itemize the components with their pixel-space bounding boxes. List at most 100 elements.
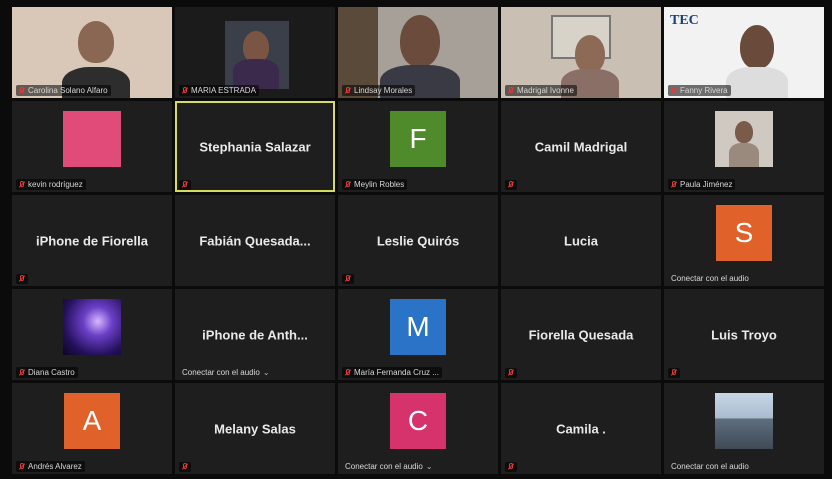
participant-name: Lindsay Morales: [354, 86, 413, 95]
participant-tile-last[interactable]: Conectar con el audio: [664, 383, 824, 474]
muted-mic-icon: [19, 462, 25, 471]
participant-label: [179, 462, 191, 472]
participant-tile-fabian[interactable]: Fabián Quesada...: [175, 195, 335, 286]
participant-label: [668, 368, 680, 378]
profile-image: [63, 111, 121, 168]
participant-display-name: Fabián Quesada...: [199, 233, 311, 248]
participant-tile-maria-fernanda[interactable]: M María Fernanda Cruz ...: [338, 289, 498, 380]
participant-name: MARIA ESTRADA: [191, 86, 256, 95]
participant-tile-madrigal[interactable]: Madrigal Ivonne: [501, 7, 661, 98]
participant-display-name: Camila .: [556, 421, 606, 436]
profile-image: [715, 393, 773, 450]
participant-tile-iphone-fiorella[interactable]: iPhone de Fiorella: [12, 195, 172, 286]
participant-name: Fanny Rivera: [680, 86, 728, 95]
participant-tile-maria[interactable]: MARIA ESTRADA: [175, 7, 335, 98]
participant-name: Paula Jiménez: [680, 180, 733, 189]
avatar: F: [390, 111, 446, 168]
participant-tile-lindsay[interactable]: Lindsay Morales: [338, 7, 498, 98]
participant-label: Lindsay Morales: [342, 85, 416, 96]
avatar: C: [390, 393, 446, 450]
tec-logo: TEC: [670, 13, 699, 28]
participant-label: Carolina Solano Alfaro: [16, 85, 111, 96]
connect-audio-label: Conectar con el audio: [671, 274, 749, 283]
avatar-initial: C: [407, 405, 429, 437]
participant-display-name: iPhone de Fiorella: [36, 233, 148, 248]
participant-label: Diana Castro: [16, 367, 78, 378]
participant-tile-stephania[interactable]: Stephania Salazar: [175, 101, 335, 192]
participant-tile-meylin[interactable]: F Meylin Robles: [338, 101, 498, 192]
participant-label: MARIA ESTRADA: [179, 85, 259, 96]
connect-audio-label: Conectar con el audio: [345, 462, 423, 471]
participant-label: Madrigal Ivonne: [505, 85, 577, 96]
participant-display-name: Camil Madrigal: [534, 139, 628, 154]
muted-mic-icon: [345, 180, 351, 189]
participant-display-name: Melany Salas: [214, 421, 296, 436]
participant-name: Diana Castro: [28, 368, 75, 377]
participant-display-name: iPhone de Anth...: [202, 327, 308, 342]
muted-mic-icon: [19, 180, 25, 189]
muted-mic-icon: [345, 86, 351, 95]
participant-tile-carolina[interactable]: Carolina Solano Alfaro: [12, 7, 172, 98]
muted-mic-icon: [508, 463, 514, 471]
participant-tile-s[interactable]: S Conectar con el audio: [664, 195, 824, 286]
muted-mic-icon: [182, 463, 188, 471]
muted-mic-icon: [671, 369, 677, 377]
video-grid: Carolina Solano Alfaro MARIA ESTRADA Lin…: [12, 7, 824, 474]
avatar: S: [716, 205, 772, 262]
participant-tile-diana[interactable]: Diana Castro: [12, 289, 172, 380]
participant-label: [505, 368, 517, 378]
participant-tile-leslie[interactable]: Leslie Quirós: [338, 195, 498, 286]
chevron-icon: ⌄: [425, 462, 433, 471]
participant-tile-kevin[interactable]: kevin rodríguez: [12, 101, 172, 192]
participant-label: kevin rodríguez: [16, 179, 86, 190]
participant-label: Fanny Rivera: [668, 85, 731, 96]
muted-mic-icon: [19, 275, 25, 283]
participant-label: [505, 462, 517, 472]
profile-image: [715, 111, 773, 168]
participant-label: Paula Jiménez: [668, 179, 736, 190]
participant-label: Conectar con el audio ⌄: [342, 461, 436, 472]
participant-tile-paula[interactable]: Paula Jiménez: [664, 101, 824, 192]
participant-name: Meylin Robles: [354, 180, 405, 189]
participant-label: Conectar con el audio ⌄: [179, 367, 273, 378]
participant-display-name: Luis Troyo: [711, 327, 777, 342]
participant-label: María Fernanda Cruz ...: [342, 367, 442, 378]
participant-tile-fanny[interactable]: TEC Fanny Rivera: [664, 7, 824, 98]
participant-label: Conectar con el audio: [668, 461, 752, 472]
participant-label: Conectar con el audio: [668, 273, 752, 284]
participant-label: Meylin Robles: [342, 179, 408, 190]
participant-tile-c[interactable]: C Conectar con el audio ⌄: [338, 383, 498, 474]
participant-tile-fiorella-quesada[interactable]: Fiorella Quesada: [501, 289, 661, 380]
participant-tile-andres[interactable]: A Andrés Alvarez: [12, 383, 172, 474]
avatar-initial: S: [734, 217, 754, 249]
muted-mic-icon: [345, 368, 351, 377]
avatar: A: [64, 393, 120, 450]
muted-mic-icon: [508, 369, 514, 377]
participant-tile-melany[interactable]: Melany Salas: [175, 383, 335, 474]
participant-name: kevin rodríguez: [28, 180, 83, 189]
muted-mic-icon: [508, 181, 514, 189]
connect-audio-label: Conectar con el audio: [182, 368, 260, 377]
avatar-initial: M: [406, 311, 430, 343]
connect-audio-label: Conectar con el audio: [671, 462, 749, 471]
participant-label: [179, 180, 191, 190]
participant-tile-lucia[interactable]: Lucia: [501, 195, 661, 286]
participant-tile-camil[interactable]: Camil Madrigal: [501, 101, 661, 192]
participant-name: Madrigal Ivonne: [517, 86, 574, 95]
muted-mic-icon: [508, 86, 514, 95]
muted-mic-icon: [19, 368, 25, 377]
avatar-initial: A: [82, 405, 102, 437]
participant-tile-camila[interactable]: Camila .: [501, 383, 661, 474]
participant-display-name: Fiorella Quesada: [528, 327, 634, 342]
participant-label: [16, 274, 28, 284]
participant-label: [505, 180, 517, 190]
participant-tile-iphone-anth[interactable]: iPhone de Anth... Conectar con el audio …: [175, 289, 335, 380]
participant-name: Carolina Solano Alfaro: [28, 86, 108, 95]
participant-label: Andrés Alvarez: [16, 461, 85, 472]
participant-label: [342, 274, 354, 284]
chevron-down-icon: ⌄: [262, 368, 270, 377]
profile-image: [63, 299, 121, 356]
muted-mic-icon: [671, 86, 677, 95]
participant-tile-luis[interactable]: Luis Troyo: [664, 289, 824, 380]
muted-mic-icon: [182, 86, 188, 95]
